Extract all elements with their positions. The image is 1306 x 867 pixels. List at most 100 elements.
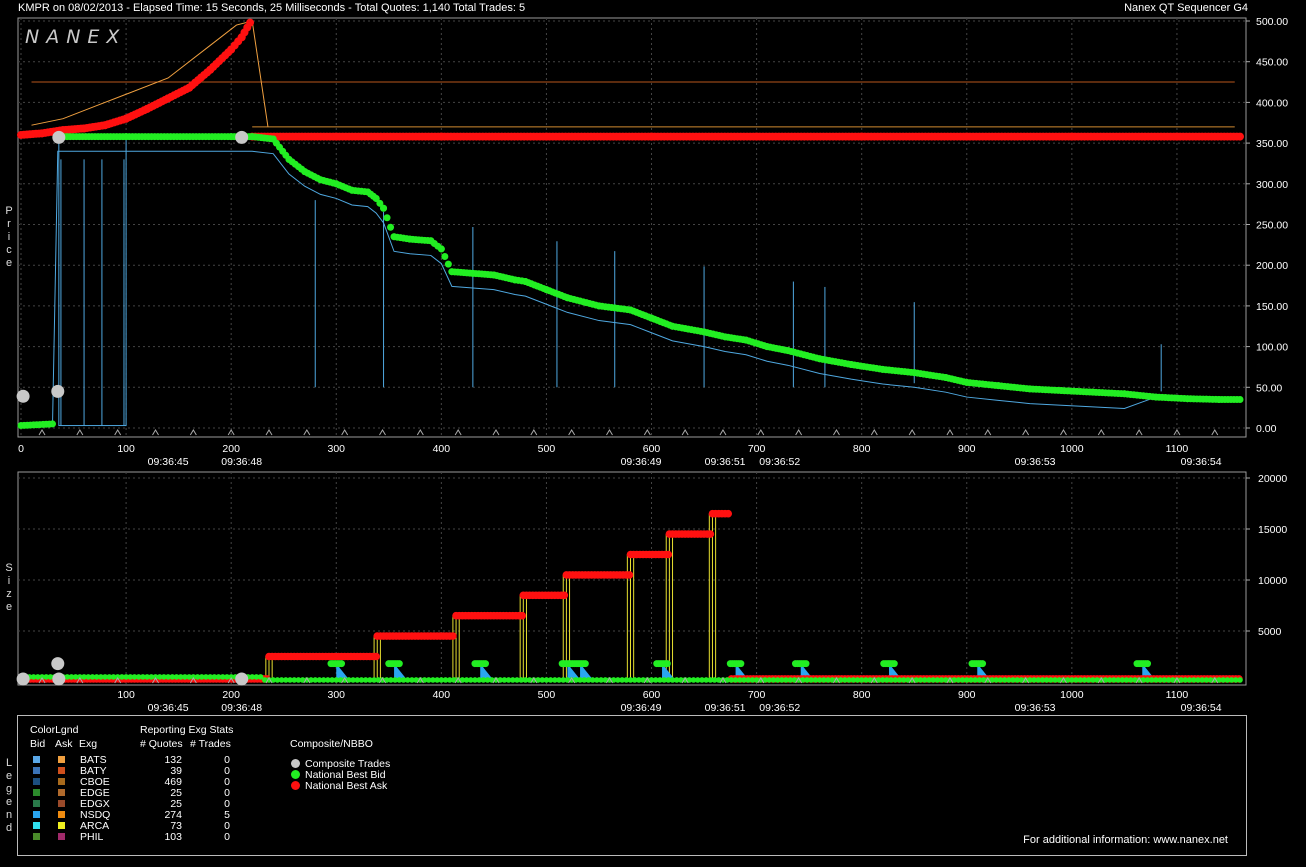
bid-dot	[383, 214, 391, 222]
price-ytick-label: 350.00	[1256, 138, 1288, 150]
bid-size-dot	[481, 660, 489, 668]
bid-dot	[380, 204, 388, 212]
trade-size-dot	[51, 657, 65, 671]
price-ytick-label: 400.00	[1256, 97, 1288, 109]
size-xtick-label: 400	[433, 689, 451, 701]
bid-color-swatch	[33, 811, 40, 818]
size-time-label: 09:36:45	[148, 702, 189, 714]
size-xtick-label: 700	[748, 689, 766, 701]
price-ytick-label: 300.00	[1256, 179, 1288, 191]
price-xtick-label: 600	[643, 443, 661, 455]
size-time-label: 09:36:54	[1181, 702, 1222, 714]
bid-dot	[444, 260, 452, 268]
header-exg: Exg	[79, 738, 98, 750]
ask-size-dot	[625, 571, 634, 579]
size-xtick-label: 900	[958, 689, 976, 701]
trade-size-dot	[16, 672, 30, 686]
bid-color-swatch	[33, 789, 40, 796]
bid-size-dot	[737, 660, 745, 668]
price-time-label: 09:36:48	[221, 456, 262, 468]
bid-color-swatch	[33, 822, 40, 829]
size-time-label: 09:36:53	[1015, 702, 1056, 714]
nbbo-dot	[291, 759, 300, 768]
price-time-label: 09:36:54	[1181, 456, 1222, 468]
nanex-logo: NANEX	[25, 26, 127, 48]
trade-dot	[52, 130, 66, 144]
legend-side-label: Legend	[5, 757, 13, 834]
size-xtick-label: 300	[327, 689, 345, 701]
bid-size-dot	[890, 660, 898, 668]
price-panel: 0.00 50.00 100.00 150.00 200.00 250.00 300.00 3…	[16, 16, 1288, 468]
price-xtick-label: 100	[117, 443, 135, 455]
header-trades: # Trades	[190, 738, 231, 750]
header-bid: Bid	[30, 738, 46, 750]
price-xtick-label: 1000	[1060, 443, 1084, 455]
legend-panel: ColorLgnd Reporting Exg Stats Bid Ask Ex…	[17, 715, 1247, 856]
ask-color-swatch	[58, 778, 65, 785]
colorlgnd-title: ColorLgnd	[30, 724, 79, 736]
size-xtick-label: 800	[853, 689, 871, 701]
size-ytick-label: 15000	[1258, 524, 1287, 536]
bid-size-dot	[802, 660, 810, 668]
size-xtick-label: 200	[222, 689, 240, 701]
price-ytick-label: 100.00	[1256, 342, 1288, 354]
ask-size-dot	[560, 591, 569, 600]
bid-size-dot	[663, 660, 671, 668]
nbbo-label: National Best Ask	[305, 780, 388, 792]
trade-dot	[235, 130, 249, 144]
ask-color-swatch	[58, 800, 65, 807]
price-xtick-label: 1100	[1166, 443, 1189, 455]
footer-link[interactable]: For additional information: www.nanex.ne…	[1023, 834, 1228, 846]
bid-dot	[1236, 396, 1244, 404]
bid-dot	[49, 420, 57, 428]
bid-color-swatch	[33, 833, 40, 840]
trade-dot	[16, 389, 30, 403]
header-quotes: # Quotes	[140, 738, 183, 750]
size-ytick-label: 5000	[1258, 626, 1282, 638]
ask-size-dot	[664, 550, 673, 559]
ask-color-swatch	[58, 822, 65, 829]
chart-header-app: Nanex QT Sequencer G4	[1124, 2, 1248, 14]
size-side-label: Size	[5, 562, 13, 613]
size-xtick-label: 500	[538, 689, 556, 701]
price-time-label: 09:36:49	[621, 456, 662, 468]
price-side-label: Price	[5, 205, 13, 269]
bid-size-dot	[581, 660, 589, 668]
price-time-label: 09:36:51	[705, 456, 746, 468]
bid-color-swatch	[33, 756, 40, 763]
bid-dot	[441, 253, 449, 261]
size-time-label: 09:36:49	[621, 702, 662, 714]
price-ytick-label: 150.00	[1256, 301, 1288, 313]
price-xtick-label: 500	[538, 443, 556, 455]
bid-size-dot	[979, 660, 987, 668]
ask-dot	[1236, 132, 1244, 141]
ask-color-swatch	[58, 789, 65, 796]
ask-color-swatch	[58, 767, 65, 774]
size-time-label: 09:36:48	[221, 702, 262, 714]
bid-color-swatch	[33, 778, 40, 785]
chart-area: 0.00 50.00 100.00 150.00 200.00 250.00 300.00 3…	[16, 16, 1288, 714]
price-time-label: 09:36:45	[148, 456, 189, 468]
price-xtick-label: 700	[748, 443, 766, 455]
price-xtick-label: 900	[958, 443, 976, 455]
size-xtick-label: 600	[643, 689, 661, 701]
size-time-label: 09:36:52	[759, 702, 800, 714]
size-ytick-label: 10000	[1258, 575, 1287, 587]
header-ask: Ask	[55, 738, 73, 750]
trade-size-dot	[52, 672, 66, 686]
price-xtick-label: 300	[327, 443, 345, 455]
bid-size-dot	[395, 660, 403, 668]
price-time-label: 09:36:52	[759, 456, 800, 468]
size-ytick-label: 20000	[1258, 473, 1287, 485]
price-xtick-label: 0	[18, 443, 24, 455]
nbbo-dot	[291, 781, 300, 790]
ask-size-dot	[706, 530, 715, 538]
bid-color-swatch	[33, 767, 40, 774]
price-ytick-label: 500.00	[1256, 16, 1288, 28]
trade-size-dot	[235, 672, 249, 686]
ask-color-swatch	[58, 811, 65, 818]
trade-count: 0	[224, 831, 230, 843]
ask-size-dot	[372, 652, 380, 661]
bid-size-dot	[1144, 660, 1152, 668]
ask-dot	[246, 18, 255, 27]
